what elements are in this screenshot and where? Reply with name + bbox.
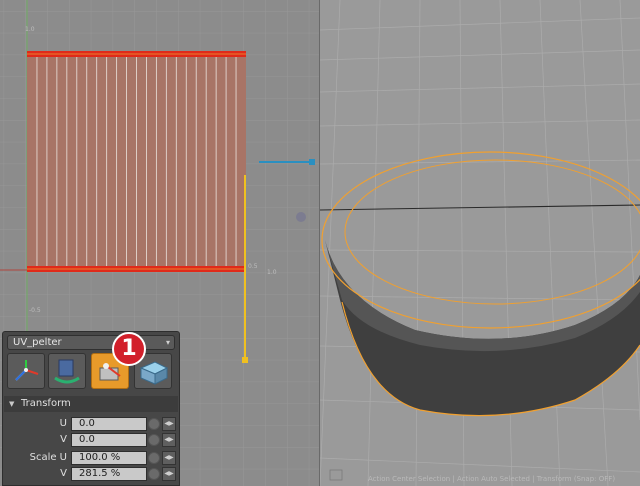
callout-badge: 1 [112,332,146,366]
stepper-icon[interactable]: ◀▶ [162,417,176,431]
field-label-scale-v: V [60,468,67,479]
stepper-icon[interactable]: ◀▶ [162,433,176,447]
uv-tick-label: 0.5 [248,263,258,270]
rotate-tool-icon [54,359,80,384]
perspective-canvas [320,0,640,486]
stepper-icon[interactable]: ◀▶ [162,451,176,465]
axis-widget-icon [329,469,343,481]
field-label-scale-u: Scale U [29,452,67,463]
stepper-icon[interactable]: ◀▶ [162,467,176,481]
transform-tool-icon [15,360,39,381]
transform-tool-button[interactable] [7,353,45,389]
u-offset-field[interactable]: 0.0 [71,417,147,431]
scale-u-field[interactable]: 100.0 % [71,451,147,465]
animate-toggle-icon[interactable] [148,434,160,446]
tool-panel: UV_pelter ▾ ▼ Transform U 0.0 ◀▶ V 0.0 ◀… [2,331,180,486]
tool-preset-dropdown[interactable]: UV_pelter ▾ [7,335,175,350]
chevron-down-icon: ▾ [165,338,170,347]
status-bar-text: Action Center Selection | Action Auto Se… [368,475,616,483]
uv-tick-label: 1.0 [25,26,35,33]
transform-section-title: Transform [21,398,71,409]
uv-tick-label: -0.5 [29,307,41,314]
perspective-viewport[interactable] [320,0,640,486]
selection-edge-loop [344,159,640,305]
field-label-u: U [59,418,67,429]
scale-v-field[interactable]: 281.5 % [71,467,147,481]
field-label-v: V [60,434,67,445]
v-axis-handle-end[interactable] [242,357,248,363]
uv-island-seams [36,54,237,270]
v-offset-field[interactable]: 0.0 [71,433,147,447]
animate-toggle-icon[interactable] [148,418,160,430]
collapse-triangle-icon: ▼ [9,400,15,408]
uv-tick-label: 1.0 [267,269,277,276]
rotate-tool-button[interactable] [48,353,86,389]
u-axis-handle-end[interactable] [309,159,315,165]
tool-preset-value: UV_pelter [13,337,62,348]
selection-edge-loop [321,151,640,329]
transform-section-header[interactable]: ▼ Transform [4,396,178,412]
center-handle[interactable] [296,212,306,222]
animate-toggle-icon[interactable] [148,452,160,464]
animate-toggle-icon[interactable] [148,468,160,480]
